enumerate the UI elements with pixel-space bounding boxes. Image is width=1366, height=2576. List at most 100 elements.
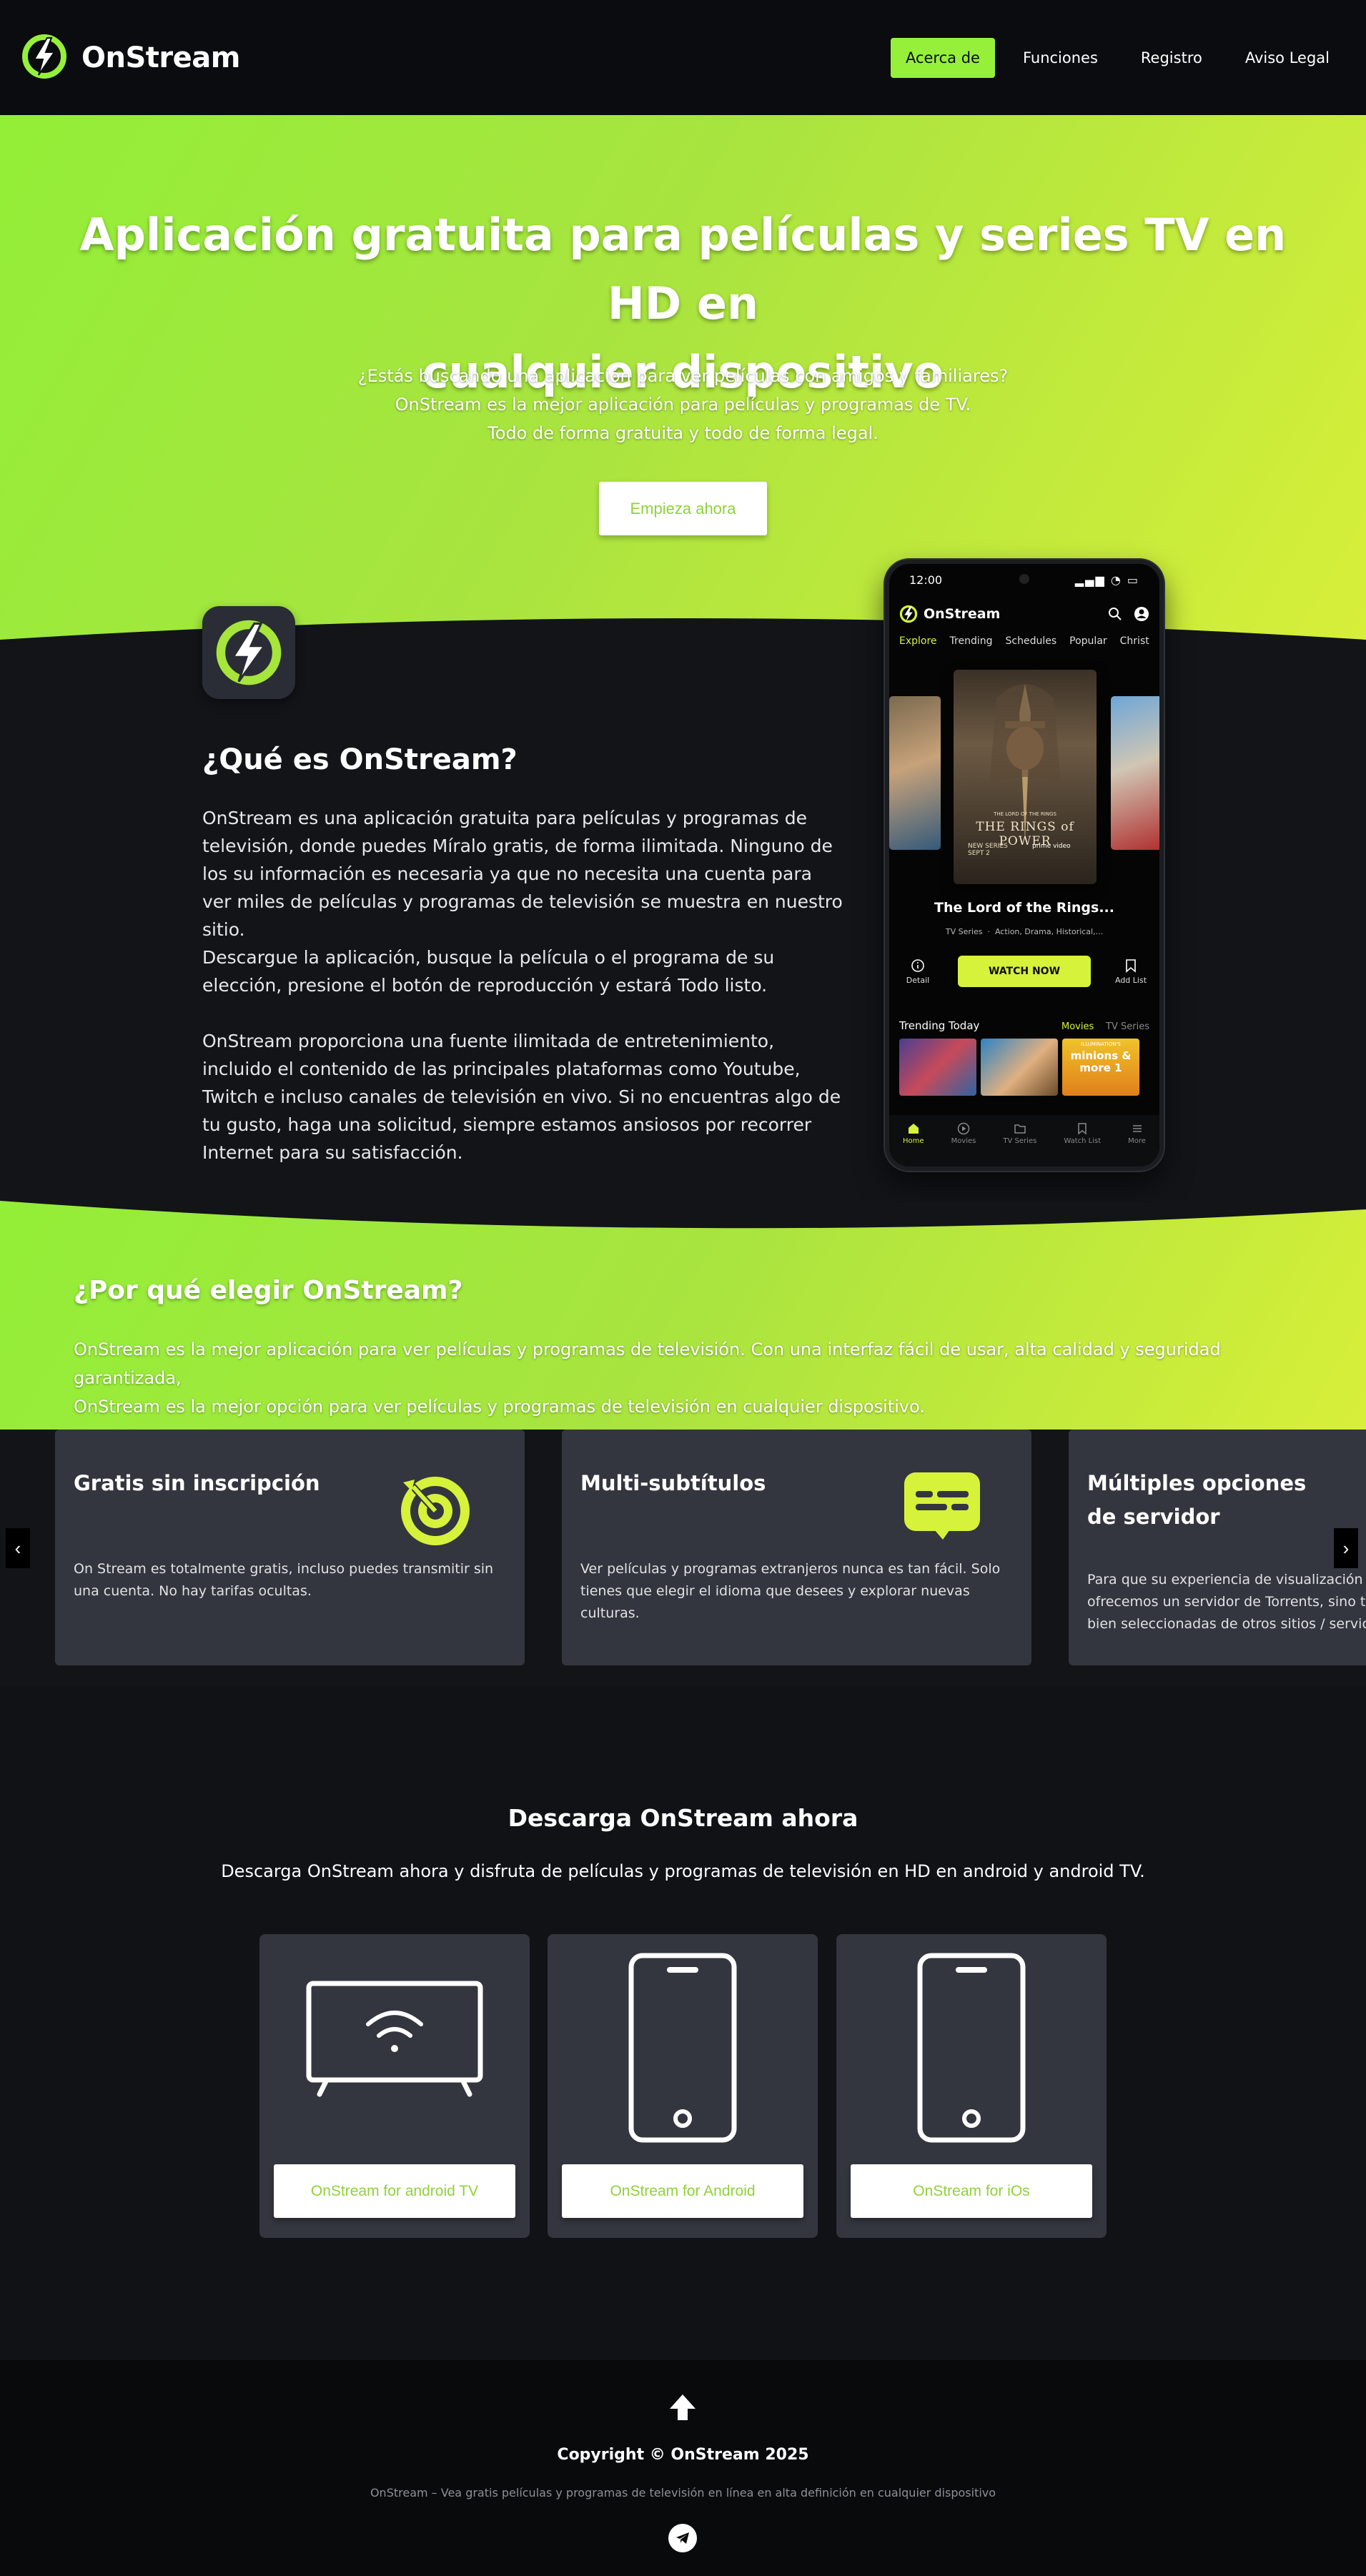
brand-name: OnStream — [81, 41, 240, 74]
why-line1: OnStream es la mejor aplicación para ver… — [74, 1339, 1221, 1388]
phone-nav-movies[interactable]: Movies — [951, 1122, 976, 1145]
download-ios-button[interactable]: OnStream for iOs — [851, 2164, 1092, 2218]
smartphone-icon — [836, 1951, 1107, 2144]
thumb3-brand: ILLUMINATION'S — [1081, 1041, 1121, 1047]
carousel-prev-button[interactable]: ‹ — [6, 1528, 30, 1568]
feature-card-free: Gratis sin inscripción On Stream es tota… — [55, 1430, 525, 1665]
download-title: Descarga OnStream ahora — [508, 1804, 858, 1832]
meta-type: TV Series — [945, 927, 983, 936]
nav-aviso-legal[interactable]: Aviso Legal — [1230, 38, 1345, 78]
target-icon — [396, 1470, 475, 1551]
phone-tab[interactable]: Schedules — [1006, 635, 1057, 647]
download-android-tv-button[interactable]: OnStream for android TV — [274, 2164, 515, 2218]
home-icon — [908, 1124, 919, 1134]
tv-icon — [259, 1951, 530, 2101]
watch-now-button[interactable]: WATCH NOW — [958, 956, 1091, 987]
search-icon — [1109, 608, 1122, 620]
nav-funciones[interactable]: Funciones — [1008, 38, 1113, 78]
phone-app-header: OnStream — [899, 600, 1149, 628]
feature-text: On Stream es totalmente gratis, incluso … — [74, 1558, 495, 1602]
phone-time: 12:00 — [909, 573, 943, 587]
brand-logo[interactable]: OnStream — [21, 34, 240, 82]
feature-text-line: Para que su experiencia de visualización… — [1087, 1572, 1366, 1587]
main-menu: Acerca de Funciones Registro Aviso Legal — [890, 37, 1345, 78]
footer: Copyright © OnStream 2025 OnStream – Vea… — [0, 2360, 1366, 2576]
featured-title: The Lord of the Rings... — [934, 900, 1114, 916]
featured-poster[interactable]: THE LORD OF THE RINGS THE RINGS of POWER… — [954, 670, 1097, 884]
meta-genre: Action, Drama, Historical,... — [994, 927, 1104, 936]
download-android-button[interactable]: OnStream for Android — [562, 2164, 803, 2218]
add-list-action[interactable]: Add List — [1109, 958, 1152, 985]
back-to-top-icon[interactable] — [664, 2389, 701, 2429]
feature-title-line: Múltiples opciones — [1087, 1471, 1307, 1495]
phone-nav-label: TV Series — [1003, 1137, 1037, 1145]
phone-nav-more[interactable]: More — [1128, 1122, 1146, 1145]
telegram-icon[interactable] — [668, 2524, 697, 2552]
download-card-ios: OnStream for iOs — [836, 1934, 1107, 2238]
what-paragraph-3: OnStream proporciona una fuente ilimitad… — [202, 1031, 841, 1163]
app-icon — [202, 606, 295, 699]
phone-nav-label: Home — [903, 1137, 924, 1145]
bolt-logo-icon — [21, 34, 67, 82]
feature-card-servers: Múltiples opciones de servidor Para que … — [1069, 1430, 1366, 1665]
info-icon — [911, 958, 924, 972]
hero-sub-line1: ¿Estás buscando una aplicación para ver … — [357, 366, 1009, 386]
phone-nav-label: More — [1128, 1137, 1146, 1145]
phone-logo-icon — [899, 605, 918, 623]
trending-movies-tab[interactable]: Movies — [1061, 1021, 1094, 1032]
feature-text-line: culturas. — [580, 1605, 640, 1621]
feature-text-line: On Stream es totalmente gratis, incluso … — [74, 1561, 494, 1577]
trending-thumb[interactable] — [981, 1039, 1058, 1096]
detail-label: Detail — [906, 975, 930, 985]
phone-nav-watchlist[interactable]: Watch List — [1064, 1122, 1101, 1145]
phone-nav-label: Watch List — [1064, 1137, 1102, 1145]
phone-nav-label: Movies — [951, 1137, 976, 1145]
start-now-button[interactable]: Empieza ahora — [599, 482, 767, 535]
what-paragraph-2: Descargue la aplicación, busque la pelíc… — [202, 947, 775, 996]
feature-title: Gratis sin inscripción — [74, 1471, 320, 1495]
why-title: ¿Por qué elegir OnStream? — [74, 1276, 463, 1305]
side-poster-right — [1111, 696, 1159, 850]
phone-tab[interactable]: Christ — [1120, 635, 1149, 647]
hero-title-line1: Aplicación gratuita para películas y ser… — [79, 209, 1287, 330]
poster-small-title: THE LORD OF THE RINGS — [994, 811, 1056, 817]
phone-nav-home[interactable]: Home — [903, 1122, 924, 1145]
feature-text-line: una cuenta. No hay tarifas ocultas. — [74, 1583, 312, 1599]
menu-icon — [1132, 1125, 1142, 1132]
download-subtitle: Descarga OnStream ahora y disfruta de pe… — [221, 1861, 1145, 1881]
nav-registro[interactable]: Registro — [1126, 38, 1217, 78]
feature-title: Multi-subtítulos — [580, 1471, 766, 1495]
feature-text: Para que su experiencia de visualización… — [1087, 1569, 1366, 1635]
phone-tab[interactable]: Explore — [899, 635, 937, 647]
feature-text-line: ofrecemos un servidor de Torrents, sino … — [1087, 1594, 1366, 1610]
hero-sub-line3: Todo de forma gratuita y todo de forma l… — [487, 423, 879, 443]
trending-thumb[interactable] — [899, 1039, 976, 1096]
profile-icon — [1134, 607, 1149, 621]
trending-thumb[interactable]: ILLUMINATION'S minions & more 1 — [1062, 1039, 1139, 1096]
phone-nav-tvseries[interactable]: TV Series — [1003, 1122, 1036, 1145]
why-line2: OnStream es la mejor opción para ver pel… — [74, 1397, 925, 1417]
bookmark-icon — [1126, 958, 1136, 973]
hero-sub-line2: OnStream es la mejor aplicación para pel… — [395, 395, 971, 415]
side-poster-left — [889, 696, 941, 850]
subtitles-icon — [903, 1470, 981, 1544]
feature-text: Ver películas y programas extranjeros nu… — [580, 1558, 1002, 1625]
nav-acerca-de[interactable]: Acerca de — [890, 37, 995, 78]
phone-tab[interactable]: Trending — [950, 635, 993, 647]
trending-thumbnails: ILLUMINATION'S minions & more 1 — [899, 1039, 1139, 1096]
carousel-next-button[interactable]: › — [1334, 1528, 1358, 1568]
curve-divider-bottom — [0, 1201, 1366, 1229]
copyright: Copyright © OnStream 2025 — [557, 2446, 809, 2464]
phone-bottom-nav: Home Movies TV Series Watch List More — [889, 1115, 1159, 1166]
top-nav: OnStream Acerca de Funciones Registro Av… — [0, 0, 1366, 115]
detail-action[interactable]: Detail — [896, 958, 939, 985]
phone-brand: OnStream — [899, 605, 1000, 623]
footer-description: OnStream – Vea gratis películas y progra… — [370, 2486, 996, 2500]
feature-text-line: tienes que elegir el idioma que desees y… — [580, 1583, 970, 1599]
hero-subtitle: ¿Estás buscando una aplicación para ver … — [0, 362, 1366, 447]
download-card-android-tv: OnStream for android TV — [259, 1934, 530, 2238]
phone-tab[interactable]: Popular — [1069, 635, 1107, 647]
featured-actions: Detail WATCH NOW Add List — [896, 956, 1152, 987]
trending-tv-tab[interactable]: TV Series — [1106, 1021, 1149, 1032]
folder-icon — [1014, 1124, 1026, 1134]
